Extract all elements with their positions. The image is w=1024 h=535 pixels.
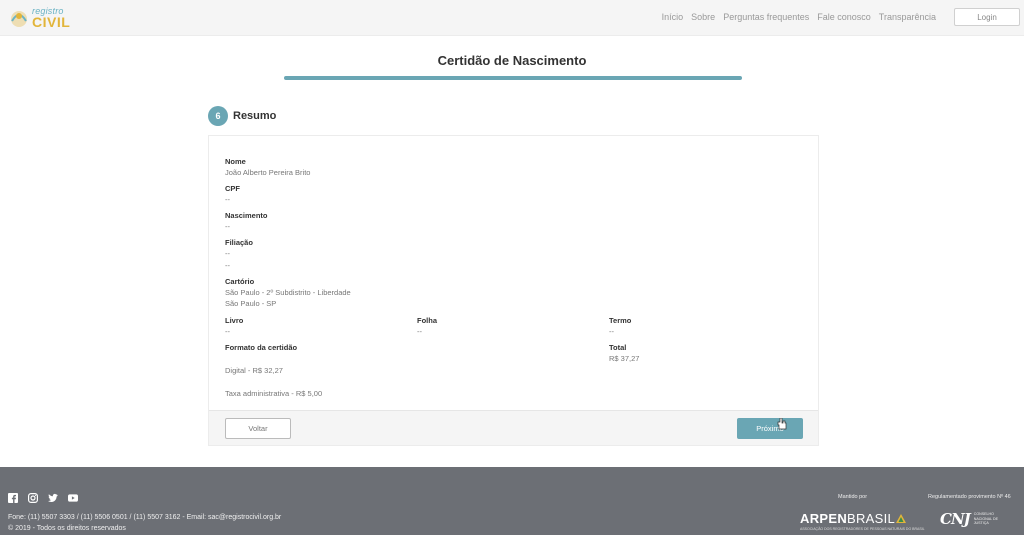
step-title: Resumo — [233, 110, 277, 122]
nome-value: João Alberto Pereira Brito — [225, 168, 311, 177]
instagram-icon[interactable] — [28, 493, 38, 503]
cartorio-line-1: São Paulo - 2º Subdistrito - Liberdade — [225, 288, 351, 297]
cnj-text: CONSELHO NACIONAL DE JUSTIÇA — [973, 512, 998, 526]
cpf-label: CPF — [225, 184, 240, 193]
cartorio-line-2: São Paulo - SP — [225, 299, 277, 308]
arpen-text: ARPEN — [800, 511, 848, 526]
regulamentado-label: Regulamentado provimento Nº 46 — [928, 494, 1011, 500]
cnj-mark: CNJ — [940, 510, 971, 528]
nav-fale-conosco[interactable]: Fale conosco — [817, 12, 871, 22]
total-label: Total — [609, 343, 627, 352]
youtube-icon[interactable] — [68, 493, 78, 503]
arpen-subtitle: ASSOCIAÇÃO DOS REGISTRADORES DE PESSOAS … — [800, 527, 925, 531]
cnj-logo[interactable]: CNJ CONSELHO NACIONAL DE JUSTIÇA — [940, 510, 1000, 528]
nav-perguntas-frequentes[interactable]: Perguntas frequentes — [723, 12, 809, 22]
copyright: © 2019 - Todos os direitos reservados — [8, 525, 126, 532]
filiacao-value-1: -- — [225, 249, 230, 258]
top-header: registro CIVIL Início Sobre Perguntas fr… — [0, 0, 1024, 36]
page-title: Certidão de Nascimento — [437, 53, 587, 68]
formato-label: Formato da certidão — [225, 343, 298, 352]
filiacao-value-2: -- — [225, 261, 230, 270]
nav-inicio[interactable]: Início — [662, 12, 684, 22]
nav-transparencia[interactable]: Transparência — [879, 12, 936, 22]
back-button[interactable]: Voltar — [225, 418, 291, 439]
filiacao-label: Filiação — [225, 238, 253, 247]
logo-bottom-text: CIVIL — [32, 14, 71, 30]
summary-card: Nome João Alberto Pereira Brito CPF -- N… — [208, 135, 819, 446]
login-button[interactable]: Login — [954, 8, 1020, 26]
card-actions: Voltar Próximo — [209, 410, 818, 445]
livro-label: Livro — [225, 316, 244, 325]
mantido-por-label: Mantido por — [838, 494, 868, 500]
total-value: R$ 37,27 — [609, 354, 640, 363]
termo-value: -- — [609, 327, 614, 336]
twitter-icon[interactable] — [48, 493, 58, 503]
logo-mark-icon — [8, 7, 30, 29]
cursor-icon — [777, 417, 787, 430]
taxa-administrativa: Taxa administrativa - R$ 5,00 — [225, 389, 323, 398]
cpf-value: -- — [225, 195, 230, 204]
site-footer: Fone: (11) 5507 3303 / (11) 5506 0501 / … — [0, 467, 1024, 535]
cartorio-label: Cartório — [225, 277, 255, 286]
main-nav: Início Sobre Perguntas frequentes Fale c… — [662, 12, 936, 22]
step-number-badge: 6 — [208, 106, 228, 126]
folha-value: -- — [417, 327, 422, 336]
next-button[interactable]: Próximo — [737, 418, 803, 439]
folha-label: Folha — [417, 316, 437, 325]
progress-bar — [284, 76, 742, 80]
arpen-brasil-logo[interactable]: ARPEN BRASIL ASSOCIAÇÃO DOS REGISTRADORES… — [800, 511, 925, 531]
livro-value: -- — [225, 327, 230, 336]
termo-label: Termo — [609, 316, 632, 325]
nome-label: Nome — [225, 157, 246, 166]
nascimento-value: -- — [225, 222, 230, 231]
formato-digital: Digital - R$ 32,27 — [225, 366, 283, 375]
registro-civil-logo[interactable]: registro CIVIL — [8, 4, 70, 32]
brasil-text: BRASIL — [847, 511, 896, 526]
arpen-flag-icon — [896, 514, 907, 523]
nascimento-label: Nascimento — [225, 211, 268, 220]
social-links — [8, 493, 78, 503]
contact-info: Fone: (11) 5507 3303 / (11) 5506 0501 / … — [8, 514, 282, 521]
nav-sobre[interactable]: Sobre — [691, 12, 715, 22]
facebook-icon[interactable] — [8, 493, 18, 503]
